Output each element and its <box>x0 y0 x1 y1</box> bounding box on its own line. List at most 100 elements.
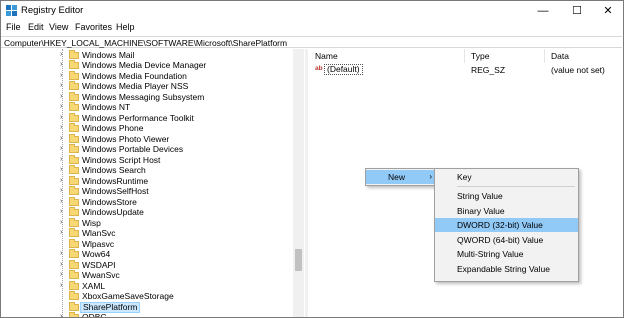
tree-item-label: Windows Phone <box>82 123 144 133</box>
tree-item[interactable]: › WlanSvc <box>1 228 293 239</box>
folder-icon <box>69 217 79 227</box>
tree-item[interactable]: › Windows Photo Viewer <box>1 133 293 145</box>
expand-arrow-icon[interactable]: › <box>60 50 62 61</box>
submenu-item-multi-string-value[interactable]: Multi-String Value <box>435 247 578 261</box>
window-title: Registry Editor <box>21 5 84 16</box>
tree-item[interactable]: › Windows Messaging Subsystem <box>1 91 293 103</box>
menu-help[interactable]: Help <box>116 22 135 32</box>
tree-item[interactable]: › Windows Phone <box>1 123 293 134</box>
submenu-item-qword-value[interactable]: QWORD (64-bit) Value <box>435 233 578 247</box>
expand-arrow-icon[interactable]: › <box>60 134 62 145</box>
tree-item[interactable]: › Windows Performance Toolkit <box>1 112 293 124</box>
expand-arrow-icon[interactable]: › <box>60 71 62 82</box>
expand-arrow-icon[interactable]: › <box>60 144 62 155</box>
context-menu: New › <box>365 168 437 186</box>
submenu-item-dword-value[interactable]: DWORD (32-bit) Value <box>435 218 578 232</box>
tree-item-label: Windows Performance Toolkit <box>82 112 194 123</box>
submenu-separator <box>457 186 575 187</box>
tree-item[interactable]: Wlpasvc <box>1 238 293 250</box>
folder-icon <box>69 165 79 174</box>
tree-item[interactable]: › WindowsSelfHost <box>1 186 293 197</box>
tree-item[interactable]: › Wow64 <box>1 249 293 260</box>
column-divider[interactable] <box>544 49 545 63</box>
expand-arrow-icon[interactable]: › <box>60 249 62 260</box>
expand-arrow-icon[interactable]: › <box>60 123 62 134</box>
tree-scrollbar[interactable] <box>293 49 304 317</box>
expand-arrow-icon[interactable]: › <box>60 197 62 208</box>
tree-item[interactable]: › ODBC <box>1 312 293 317</box>
tree-item[interactable]: › Windows Search <box>1 165 293 176</box>
tree-item[interactable]: › WindowsStore <box>1 196 293 208</box>
tree-item-label: Windows Media Device Manager <box>82 60 207 70</box>
submenu-item-expandable-string-value[interactable]: Expandable String Value <box>435 262 578 276</box>
expand-arrow-icon[interactable]: › <box>60 102 62 113</box>
folder-icon <box>69 259 79 269</box>
folder-icon <box>69 175 79 185</box>
value-row[interactable]: ab (Default) REG_SZ (value not set) <box>308 64 623 75</box>
address-bar[interactable]: Computer\HKEY_LOCAL_MACHINE\SOFTWARE\Mic… <box>1 36 622 48</box>
maximize-button[interactable]: ☐ <box>562 1 592 21</box>
folder-icon <box>69 60 79 69</box>
tree-item-label: SharePlatform <box>80 301 141 313</box>
submenu-item-string-value[interactable]: String Value <box>435 189 578 203</box>
tree-item[interactable]: › Windows Portable Devices <box>1 144 293 155</box>
expand-arrow-icon[interactable]: › <box>60 270 62 281</box>
tree-item[interactable]: XboxGameSaveStorage <box>1 291 293 302</box>
tree-item[interactable]: › Wisp <box>1 217 293 229</box>
column-divider[interactable] <box>464 49 465 63</box>
expand-arrow-icon[interactable]: › <box>60 92 62 103</box>
menu-view[interactable]: View <box>49 22 68 32</box>
tree-item[interactable]: › Windows NT <box>1 102 293 113</box>
folder-icon <box>69 123 79 132</box>
tree-item[interactable]: › WindowsRuntime <box>1 175 293 187</box>
expand-arrow-icon[interactable]: › <box>60 155 62 166</box>
expand-arrow-icon[interactable]: › <box>60 281 62 292</box>
expand-arrow-icon[interactable]: › <box>60 81 62 92</box>
expand-arrow-icon[interactable]: › <box>60 312 62 317</box>
folder-icon <box>69 301 79 311</box>
value-type: REG_SZ <box>471 65 506 75</box>
submenu-item-label: DWORD (32-bit) Value <box>457 220 543 230</box>
tree-item-label: Wow64 <box>82 249 111 259</box>
submenu-item-binary-value[interactable]: Binary Value <box>435 204 578 218</box>
tree-item-label: WindowsSelfHost <box>82 186 149 196</box>
tree-item[interactable]: › Windows Script Host <box>1 154 293 166</box>
tree-item[interactable]: › WSDAPI <box>1 259 293 271</box>
expand-arrow-icon[interactable]: › <box>60 113 62 124</box>
expand-arrow-icon[interactable]: › <box>60 60 62 71</box>
expand-arrow-icon[interactable]: › <box>60 260 62 271</box>
expand-arrow-icon[interactable]: › <box>60 165 62 176</box>
tree-item[interactable]: SharePlatform <box>1 301 293 313</box>
tree-item[interactable]: › Windows Media Device Manager <box>1 60 293 71</box>
submenu-item-label: Expandable String Value <box>457 264 550 274</box>
minimize-button[interactable]: — <box>528 1 558 21</box>
tree-item[interactable]: › WindowsUpdate <box>1 207 293 218</box>
context-menu-new[interactable]: New › <box>366 170 436 184</box>
tree-item[interactable]: › Windows Mail <box>1 49 293 61</box>
key-tree[interactable]: › Windows Mail › Windows Media Device Manag… <box>1 49 305 317</box>
tree-scrollbar-thumb[interactable] <box>295 249 302 271</box>
column-header-name[interactable]: Name <box>315 49 338 63</box>
tree-item[interactable]: › Windows Media Player NSS <box>1 81 293 92</box>
expand-arrow-icon[interactable]: › <box>60 186 62 197</box>
expand-arrow-icon[interactable]: › <box>60 176 62 187</box>
column-header-type[interactable]: Type <box>471 49 489 63</box>
folder-icon <box>69 291 79 300</box>
expand-arrow-icon[interactable]: › <box>60 228 62 239</box>
expand-arrow-icon[interactable]: › <box>60 218 62 229</box>
registry-editor-icon <box>6 5 17 16</box>
submenu-item-key[interactable]: Key <box>435 170 578 184</box>
menu-favorites[interactable]: Favorites <box>75 22 112 32</box>
expand-arrow-icon[interactable]: › <box>60 207 62 218</box>
tree-item[interactable]: › Windows Media Foundation <box>1 70 293 82</box>
title-bar[interactable]: Registry Editor — ☐ ✕ <box>1 1 623 21</box>
close-button[interactable]: ✕ <box>593 1 623 21</box>
menu-file[interactable]: File <box>6 22 21 32</box>
tree-item[interactable]: › XAML <box>1 280 293 292</box>
tree-item[interactable]: › WwanSvc <box>1 270 293 281</box>
new-submenu: Key String Value Binary Value DWORD (32-… <box>434 168 579 282</box>
folder-icon <box>69 238 79 248</box>
column-header-data[interactable]: Data <box>551 49 569 63</box>
folder-icon <box>69 207 79 216</box>
menu-edit[interactable]: Edit <box>28 22 44 32</box>
